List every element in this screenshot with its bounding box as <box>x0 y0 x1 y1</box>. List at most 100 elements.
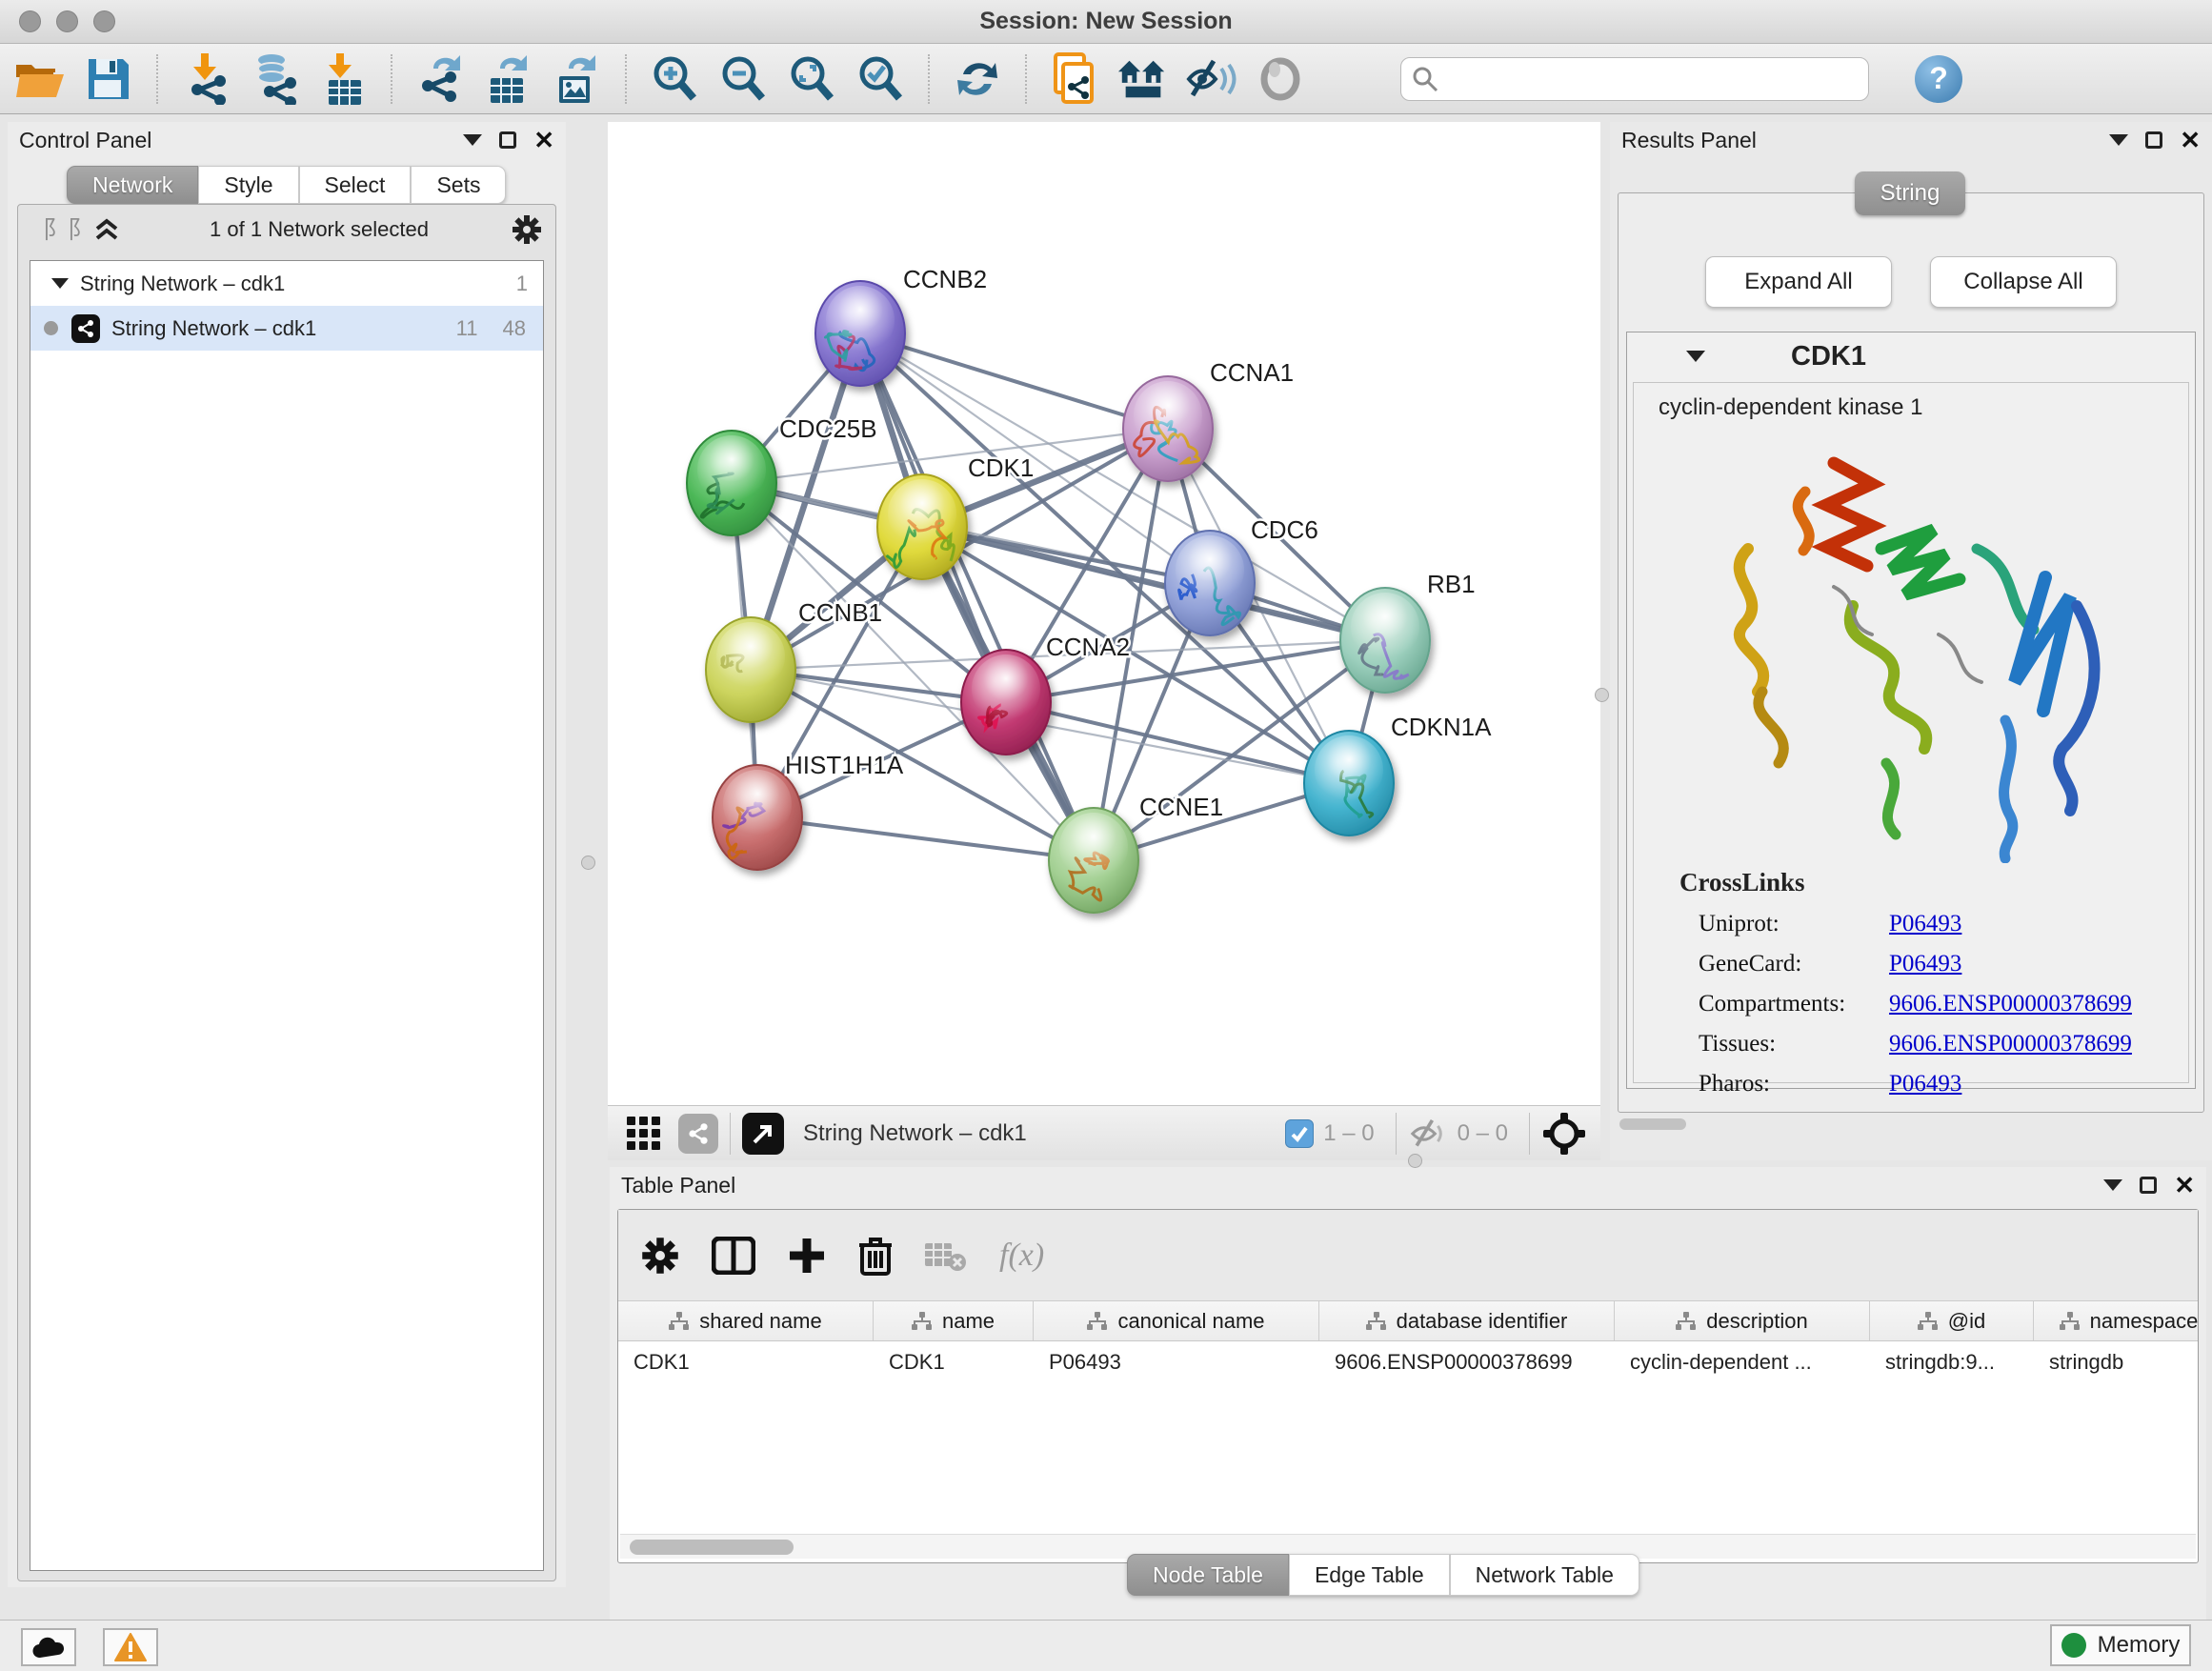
column-header-canonical-name[interactable]: canonical name <box>1034 1301 1319 1340</box>
network-collection-row[interactable]: String Network – cdk1 1 <box>30 261 543 306</box>
network-edge[interactable] <box>1006 702 1349 783</box>
network-node-cdk1[interactable] <box>877 474 967 579</box>
table-row[interactable]: CDK1CDK1P064939606.ENSP00000378699cyclin… <box>618 1341 2198 1383</box>
export-table-button[interactable] <box>482 52 535 106</box>
crosshair-icon[interactable] <box>1541 1111 1587 1157</box>
save-session-button[interactable] <box>82 52 135 106</box>
tab-sets[interactable]: Sets <box>411 166 506 204</box>
close-window-button[interactable] <box>19 10 41 32</box>
network-node-ccne1[interactable] <box>1049 808 1138 913</box>
import-network-from-database-button[interactable] <box>248 52 301 106</box>
tab-select[interactable]: Select <box>299 166 412 204</box>
tab-network[interactable]: Network <box>67 166 198 204</box>
expand-all-icon[interactable] <box>94 217 119 242</box>
close-panel-icon[interactable]: ✕ <box>2174 1173 2195 1198</box>
table-cell[interactable]: CDK1 <box>618 1341 874 1383</box>
network-edge[interactable] <box>860 333 1094 860</box>
collection-expand-icon[interactable] <box>51 278 69 289</box>
gene-collapse-icon[interactable] <box>1686 351 1705 362</box>
float-panel-icon[interactable] <box>2145 131 2162 149</box>
cloud-status-button[interactable] <box>21 1628 76 1666</box>
column-header--id[interactable]: @id <box>1870 1301 2034 1340</box>
panel-menu-icon[interactable] <box>2103 1179 2122 1191</box>
delete-table-button[interactable] <box>925 1239 967 1272</box>
clone-network-button[interactable] <box>1048 52 1101 106</box>
crosslink-link[interactable]: P06493 <box>1889 951 1961 977</box>
zoom-window-button[interactable] <box>93 10 115 32</box>
table-cell[interactable]: CDK1 <box>874 1341 1034 1383</box>
open-session-button[interactable] <box>13 52 67 106</box>
network-node-ccna2[interactable] <box>961 650 1051 755</box>
column-header-database-identifier[interactable]: database identifier <box>1319 1301 1615 1340</box>
search-input[interactable] <box>1439 67 1840 91</box>
table-cell[interactable]: P06493 <box>1034 1341 1319 1383</box>
column-header-shared-name[interactable]: shared name <box>618 1301 874 1340</box>
expand-all-button[interactable]: Expand All <box>1705 256 1892 308</box>
zoom-fit-button[interactable] <box>785 52 838 106</box>
panel-menu-icon[interactable] <box>2109 134 2128 146</box>
tab-node-table[interactable]: Node Table <box>1127 1554 1289 1596</box>
tab-string[interactable]: String <box>1855 171 1965 215</box>
network-node-cdc25b[interactable] <box>687 431 776 535</box>
results-scrollbar[interactable] <box>1619 1118 1686 1130</box>
panel-menu-icon[interactable] <box>463 134 482 146</box>
add-column-button[interactable] <box>788 1237 826 1275</box>
network-node-ccna1[interactable] <box>1123 376 1213 481</box>
string-view-icon[interactable] <box>678 1114 718 1154</box>
table-cell[interactable]: cyclin-dependent ... <box>1615 1341 1870 1383</box>
warnings-button[interactable] <box>103 1628 158 1666</box>
crosslink-link[interactable]: 9606.ENSP00000378699 <box>1889 1031 2132 1057</box>
right-splitter-handle[interactable] <box>1595 688 1609 702</box>
float-panel-icon[interactable] <box>499 131 516 149</box>
table-cell[interactable]: stringdb:9... <box>1870 1341 2034 1383</box>
gear-icon[interactable] <box>512 214 542 245</box>
collapse-all-icon[interactable]: ⻏⻏ <box>31 217 81 242</box>
network-node-hist1h1a[interactable] <box>713 765 802 870</box>
network-row-selected[interactable]: String Network – cdk1 11 48 <box>30 306 543 351</box>
birds-eye-view-icon[interactable] <box>742 1113 784 1155</box>
crosslink-link[interactable]: 9606.ENSP00000378699 <box>1889 991 2132 1017</box>
close-panel-icon[interactable]: ✕ <box>2180 128 2201 152</box>
table-cell[interactable]: 9606.ENSP00000378699 <box>1319 1341 1615 1383</box>
network-node-ccnb1[interactable] <box>706 617 795 722</box>
zoom-in-button[interactable] <box>648 52 701 106</box>
crosslink-link[interactable]: P06493 <box>1889 911 1961 937</box>
network-node-cdkn1a[interactable] <box>1304 731 1394 836</box>
network-edge[interactable] <box>757 817 1094 860</box>
show-columns-button[interactable] <box>712 1237 755 1275</box>
export-network-button[interactable] <box>413 52 467 106</box>
zoom-selected-button[interactable] <box>854 52 907 106</box>
import-network-file-button[interactable] <box>179 52 232 106</box>
hide-selected-button[interactable] <box>1185 52 1238 106</box>
column-header-namespace[interactable]: namespace <box>2034 1301 2212 1340</box>
scrollbar-thumb[interactable] <box>630 1540 794 1555</box>
network-canvas[interactable]: CCNB2CCNA1CDC25BCDK1CDC6RB1CCNB1CCNA2CDK… <box>608 122 1600 1105</box>
delete-column-button[interactable] <box>858 1236 893 1276</box>
float-panel-icon[interactable] <box>2140 1177 2157 1194</box>
minimize-window-button[interactable] <box>56 10 78 32</box>
grid-view-icon[interactable] <box>625 1115 663 1153</box>
close-panel-icon[interactable]: ✕ <box>533 128 554 152</box>
tab-network-table[interactable]: Network Table <box>1450 1554 1639 1596</box>
memory-button[interactable]: Memory <box>2050 1624 2191 1666</box>
import-table-button[interactable] <box>316 52 370 106</box>
function-builder-button[interactable]: f(x) <box>999 1238 1044 1274</box>
search-field[interactable] <box>1400 57 1869 101</box>
presentation-mode-button[interactable] <box>1254 52 1307 106</box>
network-node-cdc6[interactable] <box>1165 531 1255 635</box>
table-options-button[interactable] <box>641 1237 679 1275</box>
selected-checkbox[interactable] <box>1285 1119 1314 1148</box>
crosslink-link[interactable]: P06493 <box>1889 1071 1961 1097</box>
apply-style-button[interactable] <box>951 52 1004 106</box>
help-button[interactable]: ? <box>1915 55 1962 103</box>
tab-style[interactable]: Style <box>198 166 298 204</box>
network-node-rb1[interactable] <box>1340 588 1430 693</box>
bottom-splitter-handle[interactable] <box>1408 1154 1422 1168</box>
show-all-nodes-button[interactable] <box>1116 52 1170 106</box>
left-splitter-handle[interactable] <box>581 856 595 870</box>
network-node-ccnb2[interactable] <box>815 281 905 386</box>
collapse-all-button[interactable]: Collapse All <box>1930 256 2117 308</box>
zoom-out-button[interactable] <box>716 52 770 106</box>
column-header-name[interactable]: name <box>874 1301 1034 1340</box>
network-edge[interactable] <box>860 333 1168 429</box>
